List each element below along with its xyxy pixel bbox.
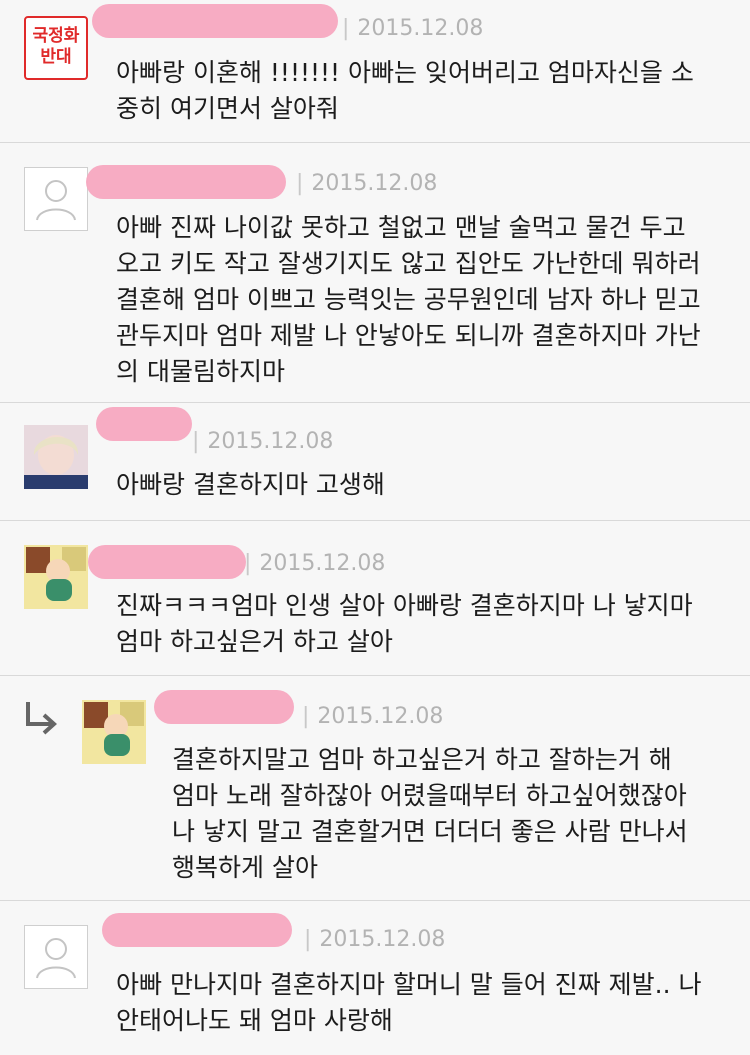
stamp-text-line: 국정화 <box>32 26 80 46</box>
comment-date: 2015.12.08 <box>311 171 438 196</box>
comment-item: | 2015.12.08 아빠랑 결혼하지마 고생해 <box>0 403 750 521</box>
redacted-username <box>92 4 338 38</box>
stamp-text-line: 반대 <box>40 47 72 67</box>
comment-item: | 2015.12.08 아빠 만나지마 결혼하지마 할머니 말 들어 진짜 제발… <box>0 901 750 1055</box>
avatar[interactable] <box>82 700 146 764</box>
comment-date: 2015.12.08 <box>319 927 446 952</box>
comment-meta: | 2015.12.08 <box>304 927 445 952</box>
comment-meta: | 2015.12.08 <box>192 429 333 454</box>
comment-text: 아빠 진짜 나이값 못하고 철없고 맨날 술먹고 물건 두고 오고 키도 작고 … <box>116 213 701 386</box>
cartoon-character-image <box>24 545 88 609</box>
comment-meta: | 2015.12.08 <box>296 171 437 196</box>
comment-text: 아빠랑 이혼해 !!!!!!! 아빠는 잊어버리고 엄마자신을 소 중히 여기면… <box>116 58 694 123</box>
comment-text: 결혼하지말고 엄마 하고싶은거 하고 잘하는거 해 엄마 노래 잘하잖아 어렸을… <box>172 745 688 882</box>
comment-text: 진짜ㅋㅋㅋ엄마 인생 살아 아빠랑 결혼하지마 나 낳지마 엄마 하고싶은거 하… <box>116 591 693 656</box>
blond-person-photo <box>24 425 88 489</box>
redacted-username <box>96 407 192 441</box>
comment-date: 2015.12.08 <box>357 16 484 41</box>
meta-separator: | <box>304 927 312 952</box>
redacted-username <box>86 165 286 199</box>
comment-date: 2015.12.08 <box>207 429 334 454</box>
comment-meta: | 2015.12.08 <box>302 704 443 729</box>
default-user-icon <box>36 180 76 221</box>
comment-item: | 2015.12.08 아빠 진짜 나이값 못하고 철없고 맨날 술먹고 물건 … <box>0 143 750 403</box>
avatar[interactable] <box>24 167 88 231</box>
reply-arrow-icon <box>26 702 57 735</box>
comment-text: 아빠랑 결혼하지마 고생해 <box>116 470 385 499</box>
comment-date: 2015.12.08 <box>317 704 444 729</box>
meta-separator: | <box>244 551 252 576</box>
comment-meta: | 2015.12.08 <box>342 16 483 41</box>
redacted-username <box>88 545 246 579</box>
comment-text: 아빠 만나지마 결혼하지마 할머니 말 들어 진짜 제발.. 나 안태어나도 돼… <box>116 970 702 1035</box>
avatar[interactable]: 국정화 반대 <box>24 16 88 80</box>
meta-separator: | <box>296 171 304 196</box>
comment-item: | 2015.12.08 진짜ㅋㅋㅋ엄마 인생 살아 아빠랑 결혼하지마 나 낳지… <box>0 521 750 676</box>
redacted-username <box>154 690 294 724</box>
cartoon-character-image <box>82 700 146 764</box>
avatar[interactable] <box>24 925 88 989</box>
comment-meta: | 2015.12.08 <box>244 551 385 576</box>
comment-date: 2015.12.08 <box>259 551 386 576</box>
redacted-username <box>102 913 292 947</box>
meta-separator: | <box>302 704 310 729</box>
avatar[interactable] <box>24 425 88 489</box>
comment-item: 국정화 반대 | 2015.12.08 아빠랑 이혼해 !!!!!!! 아빠는 잊… <box>0 0 750 143</box>
default-user-icon <box>36 938 76 979</box>
meta-separator: | <box>342 16 350 41</box>
reply-comment-item: | 2015.12.08 결혼하지말고 엄마 하고싶은거 하고 잘하는거 해 엄마… <box>0 676 750 901</box>
avatar[interactable] <box>24 545 88 609</box>
meta-separator: | <box>192 429 200 454</box>
